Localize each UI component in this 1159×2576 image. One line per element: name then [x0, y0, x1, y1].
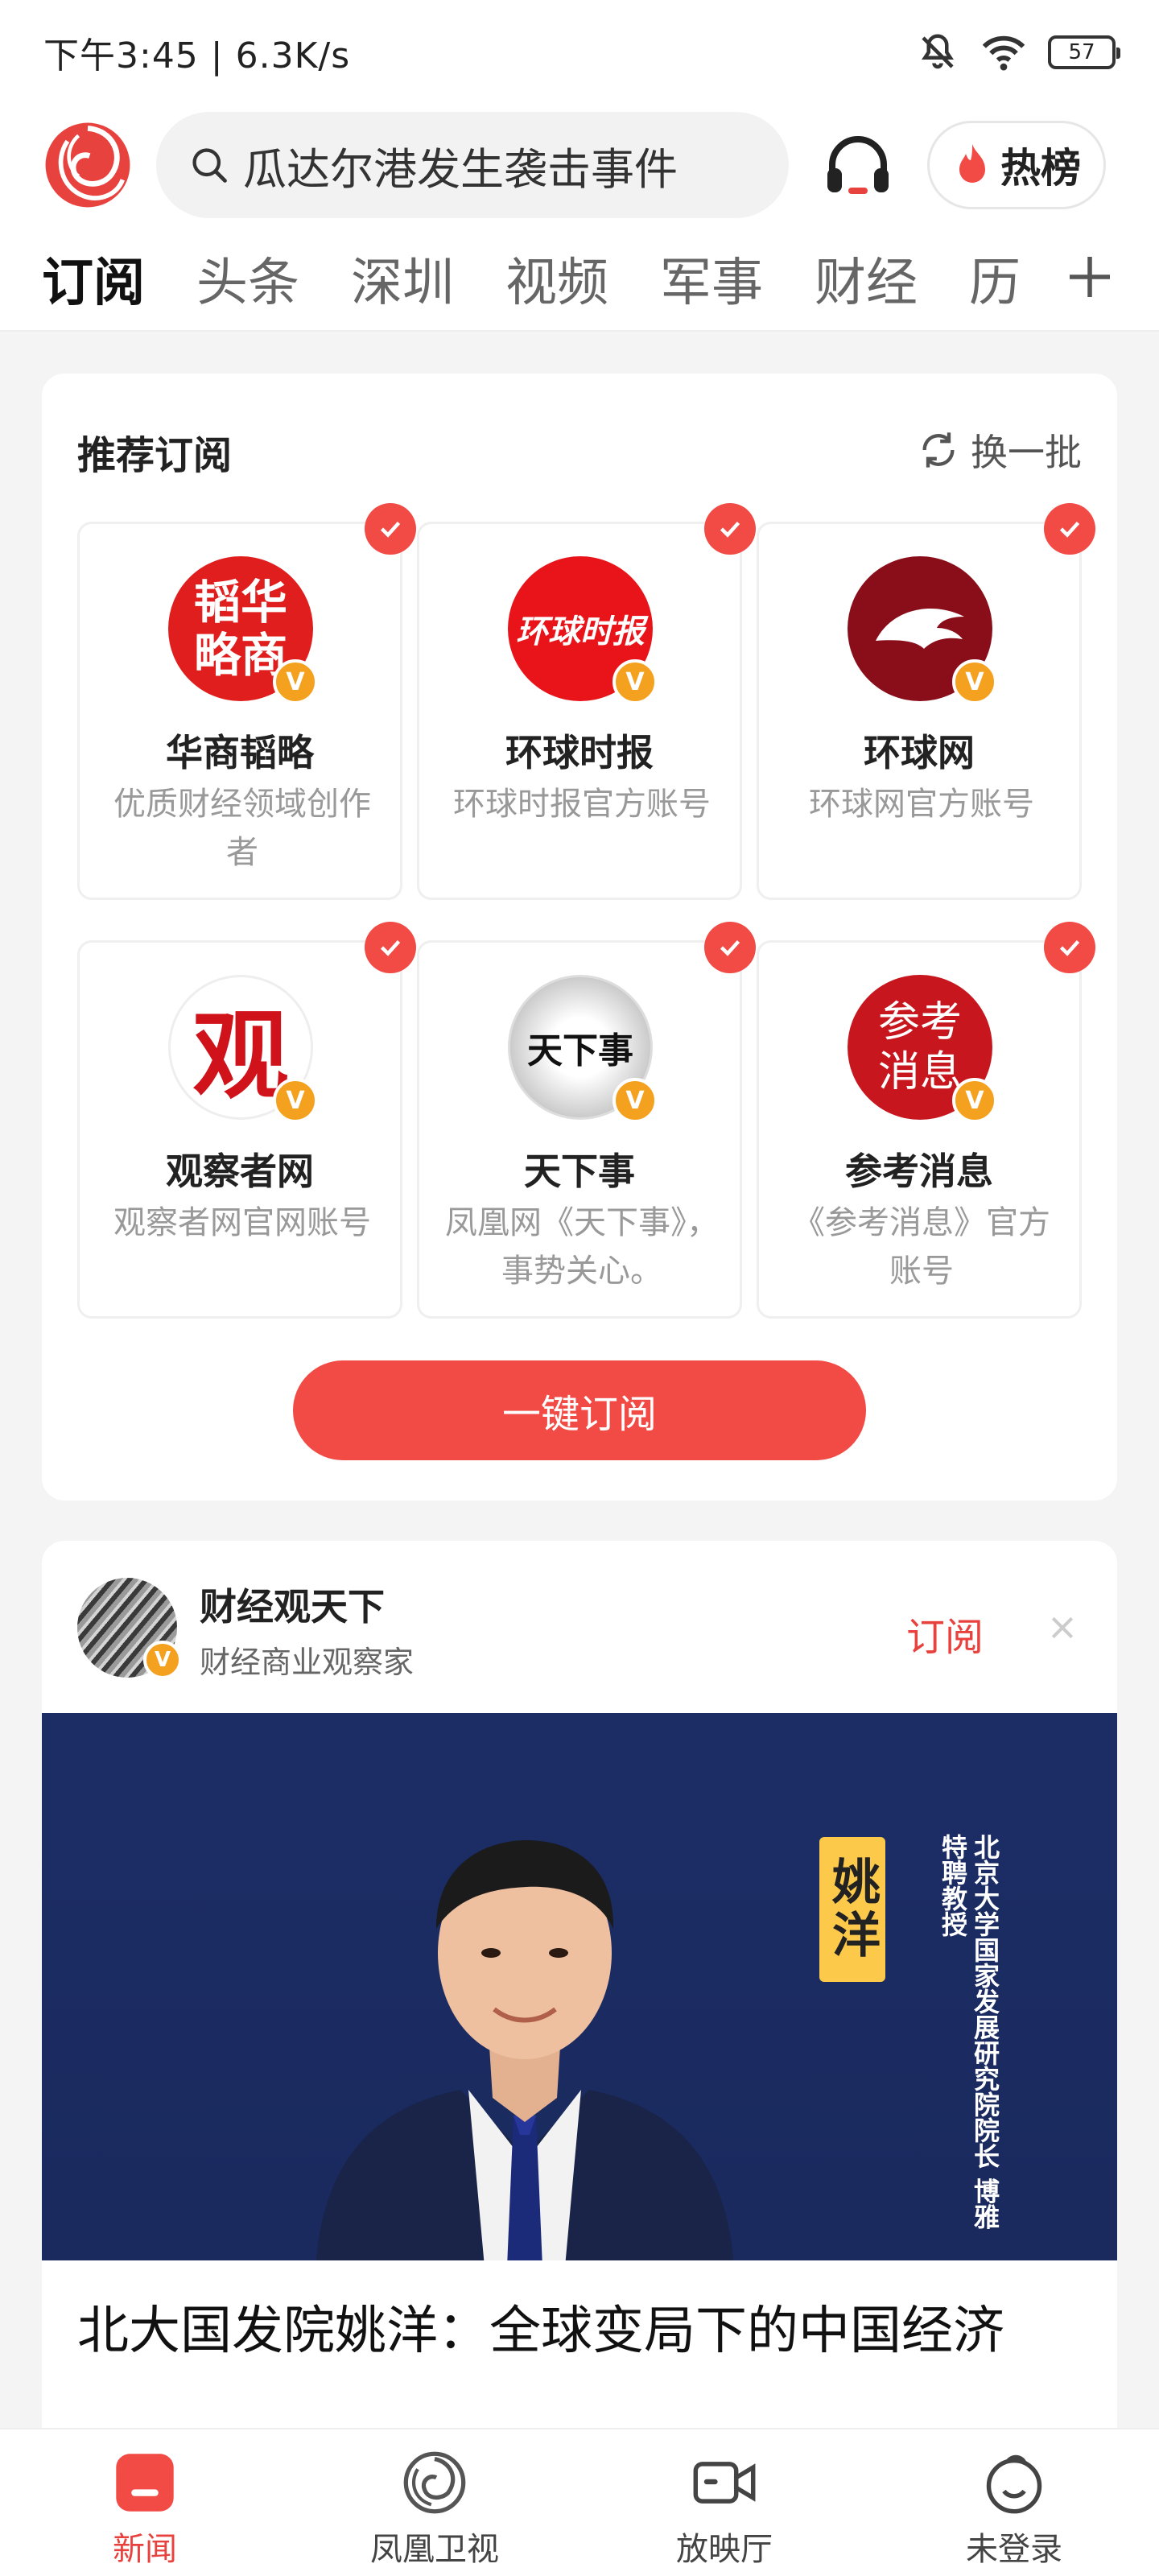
- verified-badge: V: [273, 1078, 318, 1123]
- recommend-title: 推荐订阅: [77, 433, 233, 478]
- cover-caption: 北京大学国家发展研究院院长 博雅特聘教授: [938, 1834, 1000, 2230]
- account-desc: 《参考消息》官方账号: [793, 1204, 1050, 1290]
- account-desc: 优质财经领域创作者: [113, 786, 371, 871]
- verified-badge: V: [143, 1641, 182, 1679]
- cover-name-tag: 姚洋: [819, 1837, 885, 1982]
- tab-finance[interactable]: 财经: [815, 242, 918, 316]
- account-name: 参考消息: [845, 1150, 993, 1193]
- user-icon: [986, 2454, 1042, 2514]
- refresh-button[interactable]: 换一批: [918, 423, 1082, 477]
- refresh-icon: [922, 432, 955, 468]
- tab-history[interactable]: 历: [969, 242, 1021, 316]
- tab-military[interactable]: 军事: [660, 242, 763, 316]
- hot-list-button[interactable]: 热榜: [927, 121, 1106, 209]
- verified-badge: V: [952, 659, 997, 704]
- author-avatar[interactable]: V: [77, 1578, 182, 1679]
- search-icon: [192, 148, 227, 183]
- nav-label: 凤凰卫视: [370, 2531, 499, 2568]
- status-bar: 下午3:45 | 6.3K/s 57: [0, 0, 1159, 105]
- subscribe-all-button[interactable]: 一键订阅: [293, 1360, 866, 1460]
- nav-profile[interactable]: 未登录: [869, 2429, 1159, 2576]
- bottom-navigation: 新闻 凤凰卫视 放映厅 未登录: [0, 2428, 1159, 2576]
- nav-label: 放映厅: [676, 2531, 773, 2568]
- tab-subscribe[interactable]: 订阅: [42, 242, 145, 316]
- tab-shenzhen[interactable]: 深圳: [351, 242, 454, 316]
- tab-video[interactable]: 视频: [505, 242, 608, 316]
- hot-list-label: 热榜: [1000, 145, 1081, 192]
- phoenix-tv-icon: [403, 2451, 466, 2514]
- recommend-item[interactable]: 环球时报 V 环球时报 环球时报官方账号: [417, 503, 756, 900]
- selected-check-icon[interactable]: [704, 503, 756, 555]
- account-desc: 观察者网官网账号: [113, 1204, 371, 1241]
- flame-icon: [959, 144, 985, 183]
- add-channel-icon[interactable]: [1066, 253, 1114, 301]
- dragon-logo-icon: [876, 609, 964, 649]
- account-name: 华商韬略: [166, 731, 314, 774]
- verified-badge: V: [952, 1078, 997, 1123]
- person-photo: [316, 1840, 734, 2260]
- selected-check-icon[interactable]: [704, 922, 756, 973]
- account-name: 环球时报: [505, 731, 654, 774]
- news-icon: [116, 2454, 174, 2512]
- feed-card[interactable]: V 财经观天下 财经商业观察家 订阅 姚洋 北京大学国家发展研究院院长 博雅特聘…: [42, 1541, 1117, 2576]
- mute-bell-icon: [922, 34, 954, 69]
- recommend-item[interactable]: 参考消息 V 参考消息 《参考消息》官方账号: [757, 922, 1095, 1319]
- verified-badge: V: [273, 659, 318, 704]
- nav-phoenix-tv[interactable]: 凤凰卫视: [290, 2429, 580, 2576]
- account-name: 观察者网: [166, 1150, 314, 1193]
- recommend-item[interactable]: 观 V 观察者网 观察者网官网账号: [77, 922, 416, 1319]
- status-time-speed: 下午3:45 | 6.3K/s: [43, 35, 351, 76]
- cover-image[interactable]: 姚洋 北京大学国家发展研究院院长 博雅特聘教授: [42, 1713, 1117, 2260]
- battery-indicator: 57: [1048, 35, 1120, 69]
- account-desc: 凤凰网《天下事》，事势关心。: [445, 1204, 719, 1290]
- selected-check-icon[interactable]: [1044, 503, 1095, 555]
- recommend-item[interactable]: 韬华略商 V 华商韬略 优质财经领域创作者: [77, 503, 416, 900]
- article-title[interactable]: 北大国发院姚洋：全球变局下的中国经济: [77, 2289, 1083, 2373]
- author-name[interactable]: 财经观天下: [200, 1578, 385, 1631]
- recommend-item[interactable]: 天下事 V 天下事 凤凰网《天下事》，事势关心。: [417, 922, 756, 1319]
- author-desc: 财经商业观察家: [200, 1645, 415, 1680]
- ifeng-logo-icon[interactable]: [42, 119, 134, 211]
- channel-tabs: 订阅 头条 深圳 视频 军事 财经 历: [0, 225, 1159, 332]
- account-name: 环球网: [864, 731, 975, 774]
- recommend-card: 推荐订阅 换一批 韬华略商 V 华商韬略 优质财经领域创作者 环球时报 V 环球…: [42, 374, 1117, 1501]
- close-icon[interactable]: [1046, 1612, 1079, 1644]
- selected-check-icon[interactable]: [1044, 922, 1095, 973]
- app-screen: 下午3:45 | 6.3K/s 57 瓜达尔港发生袭击事件 热榜 订阅 头条 深…: [0, 0, 1159, 2576]
- wifi-icon: [982, 35, 1025, 71]
- verified-badge: V: [612, 1078, 658, 1123]
- recommend-item[interactable]: V 环球网 环球网官方账号: [757, 503, 1095, 900]
- refresh-label: 换一批: [971, 431, 1082, 474]
- tab-headline[interactable]: 头条: [196, 242, 299, 316]
- selected-check-icon[interactable]: [365, 922, 416, 973]
- account-desc: 环球网官方账号: [809, 786, 1034, 823]
- search-hint: 瓜达尔港发生袭击事件: [243, 143, 678, 195]
- account-name: 天下事: [524, 1150, 635, 1193]
- selected-check-icon[interactable]: [365, 503, 416, 555]
- top-header: 瓜达尔港发生袭击事件 热榜: [0, 105, 1159, 225]
- search-bar[interactable]: 瓜达尔港发生袭击事件: [156, 112, 789, 218]
- nav-label: 新闻: [113, 2531, 177, 2568]
- verified-badge: V: [612, 659, 658, 704]
- follow-button[interactable]: 订阅: [906, 1605, 984, 1662]
- nav-news[interactable]: 新闻: [0, 2429, 290, 2576]
- account-desc: 环球时报官方账号: [453, 786, 711, 823]
- headphone-icon[interactable]: [819, 126, 897, 204]
- nav-label: 未登录: [966, 2531, 1062, 2568]
- video-camera-icon: [693, 2462, 756, 2504]
- battery-level: 57: [1068, 40, 1095, 64]
- nav-screening[interactable]: 放映厅: [580, 2429, 869, 2576]
